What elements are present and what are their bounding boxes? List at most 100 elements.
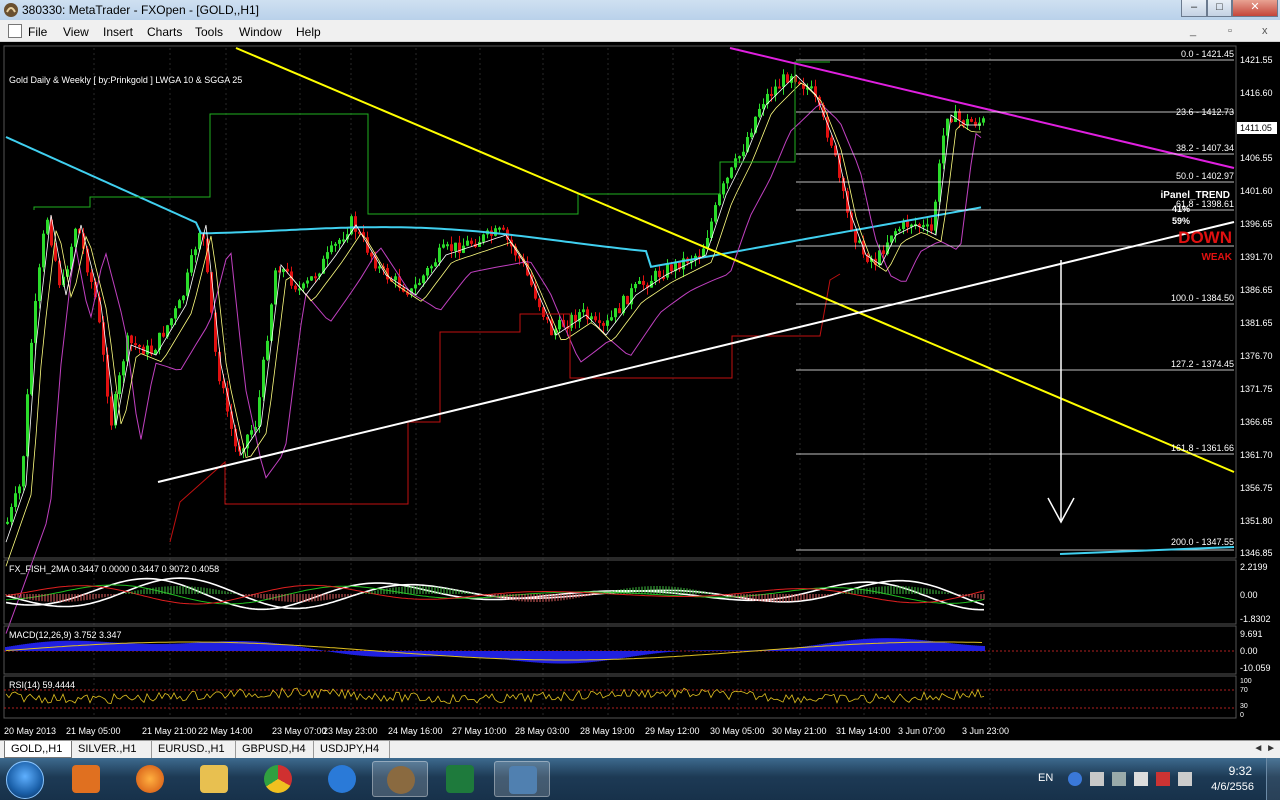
network-warning-icon[interactable] [1156, 772, 1170, 786]
price-tick: 1381.65 [1240, 318, 1273, 328]
firefox-icon [136, 765, 164, 793]
taskbar-app-media-player[interactable] [58, 761, 114, 797]
time-tick: 29 May 12:00 [645, 726, 700, 736]
main-chart-frame [3, 45, 1237, 559]
metatrader-icon [509, 766, 537, 794]
window-title: 380330: MetaTrader - FXOpen - [GOLD,,H1] [22, 3, 259, 17]
fibonacci-retracement[interactable]: 0.0 - 1421.45 23.6 - 1412.73 38.2 - 1407… [796, 49, 1234, 551]
price-tick: 1396.65 [1240, 219, 1273, 229]
tab-gold[interactable]: GOLD,,H1 [4, 741, 72, 758]
volume-icon[interactable] [1178, 772, 1192, 786]
doc-restore-icon[interactable]: ▫ [1228, 25, 1232, 37]
rsi-label: RSI(14) 59.4444 [9, 680, 75, 690]
fish-scale-bottom: -1.8302 [1240, 614, 1271, 624]
fib-label: 50.0 - 1402.97 [1176, 171, 1234, 181]
price-axis: 1421.55 1416.60 1411.05 1406.55 1401.60 … [1237, 55, 1277, 558]
taskbar-app-excel[interactable] [432, 761, 488, 797]
macd-scale-bottom: -10.059 [1240, 663, 1271, 673]
chart-caption: Gold Daily & Weekly [ by:Prinkgold ] LWG… [9, 75, 242, 85]
system-tray: EN 9:32 4/6/2556 [1020, 758, 1280, 800]
ipanel-title: iPanel_TREND [1161, 190, 1230, 201]
doc-minimize-icon[interactable]: _ [1190, 25, 1196, 37]
menu-window[interactable]: Window [239, 25, 282, 39]
menu-charts[interactable]: Charts [147, 25, 182, 39]
magenta-trendline[interactable] [729, 47, 1235, 169]
taskbar-app-ie[interactable] [314, 761, 370, 797]
tab-gbpusd[interactable]: GBPUSD,H4 [236, 741, 314, 758]
time-tick: 28 May 03:00 [515, 726, 570, 736]
price-tick: 1366.65 [1240, 417, 1273, 427]
fish-scale-top: 2.2199 [1240, 562, 1268, 572]
bull-icon [387, 766, 415, 794]
menu-tools[interactable]: Tools [195, 25, 223, 39]
start-button[interactable] [6, 761, 44, 799]
menu-help[interactable]: Help [296, 25, 321, 39]
ipanel-pct1: 41% [1172, 204, 1190, 214]
menu-file[interactable]: File [28, 25, 47, 39]
time-axis: 20 May 2013 21 May 05:00 21 May 21:00 22 Ma… [4, 726, 1009, 736]
price-tick: 1351.80 [1240, 516, 1273, 526]
macd-scale-top: 9.691 [1240, 629, 1263, 639]
fib-label: 161.8 - 1361.66 [1171, 443, 1234, 453]
time-tick: 31 May 14:00 [836, 726, 891, 736]
price-tick: 1391.70 [1240, 252, 1273, 262]
fib-label: 100.0 - 1384.50 [1171, 293, 1234, 303]
macd-label: MACD(12,26,9) 3.752 3.347 [9, 630, 122, 640]
time-tick: 22 May 14:00 [198, 726, 253, 736]
price-tick: 1371.75 [1240, 384, 1273, 394]
fib-label: 127.2 - 1374.45 [1171, 359, 1234, 369]
fib-label: 38.2 - 1407.34 [1176, 143, 1234, 153]
price-tick: 1421.55 [1240, 55, 1273, 65]
time-tick: 20 May 2013 [4, 726, 56, 736]
chart-window[interactable]: 0.0 - 1421.45 23.6 - 1412.73 38.2 - 1407… [0, 42, 1280, 740]
document-icon[interactable] [8, 24, 22, 38]
excel-icon [446, 765, 474, 793]
taskbar-app-metatrader-bull[interactable] [372, 761, 428, 797]
fib-label: 23.6 - 1412.73 [1176, 107, 1234, 117]
menu-insert[interactable]: Insert [103, 25, 133, 39]
rsi-scale-70: 70 [1240, 687, 1248, 694]
action-center-icon[interactable] [1134, 772, 1148, 786]
current-price: 1411.05 [1240, 123, 1272, 133]
price-tick: 1416.60 [1240, 88, 1273, 98]
time-tick: 30 May 05:00 [710, 726, 765, 736]
show-desktop-button[interactable] [1266, 758, 1280, 800]
taskbar: EN 9:32 4/6/2556 [0, 758, 1280, 800]
price-tick: 1356.75 [1240, 483, 1273, 493]
maximize-button[interactable]: □ [1207, 0, 1232, 17]
fish-indicator [5, 577, 985, 611]
time-tick: 27 May 10:00 [452, 726, 507, 736]
taskbar-app-explorer[interactable] [186, 761, 242, 797]
symbol-tabs: GOLD,,H1 SILVER.,H1 EURUSD.,H1 GBPUSD,H4… [0, 740, 1280, 758]
language-indicator[interactable]: EN [1038, 772, 1053, 784]
ipanel-pct2: 59% [1172, 216, 1190, 226]
rsi-scale-100: 100 [1240, 678, 1252, 685]
tab-usdjpy[interactable]: USDJPY,H4 [314, 741, 390, 758]
tab-scroll-arrows-icon[interactable]: ◄ ► [1253, 743, 1276, 754]
time-tick: 30 May 21:00 [772, 726, 827, 736]
chart-canvas[interactable]: 0.0 - 1421.45 23.6 - 1412.73 38.2 - 1407… [0, 42, 1280, 740]
menu-bar: File View Insert Charts Tools Window Hel… [0, 20, 1280, 42]
taskbar-app-firefox[interactable] [122, 761, 178, 797]
minimize-button[interactable]: – [1181, 0, 1207, 17]
taskbar-app-metatrader[interactable] [494, 761, 550, 797]
folder-icon [200, 765, 228, 793]
network-icon[interactable] [1090, 772, 1104, 786]
keyboard-icon[interactable] [1112, 772, 1126, 786]
rsi-scale-30: 30 [1240, 703, 1248, 710]
price-tick: 1406.55 [1240, 153, 1273, 163]
doc-close-icon[interactable]: x [1262, 25, 1268, 37]
rsi-scale-0: 0 [1240, 712, 1244, 719]
close-button[interactable]: ✕ [1232, 0, 1278, 17]
help-icon[interactable] [1068, 772, 1082, 786]
time-tick: 24 May 16:00 [388, 726, 443, 736]
menu-view[interactable]: View [63, 25, 89, 39]
tab-silver[interactable]: SILVER.,H1 [72, 741, 152, 758]
tab-eurusd[interactable]: EURUSD.,H1 [152, 741, 236, 758]
ipanel-state: DOWN [1178, 228, 1232, 247]
time-tick: 3 Jun 23:00 [962, 726, 1009, 736]
clock-time[interactable]: 9:32 [1229, 764, 1252, 778]
price-tick: 1401.60 [1240, 186, 1273, 196]
taskbar-app-chrome[interactable] [250, 761, 306, 797]
clock-date[interactable]: 4/6/2556 [1211, 781, 1254, 793]
